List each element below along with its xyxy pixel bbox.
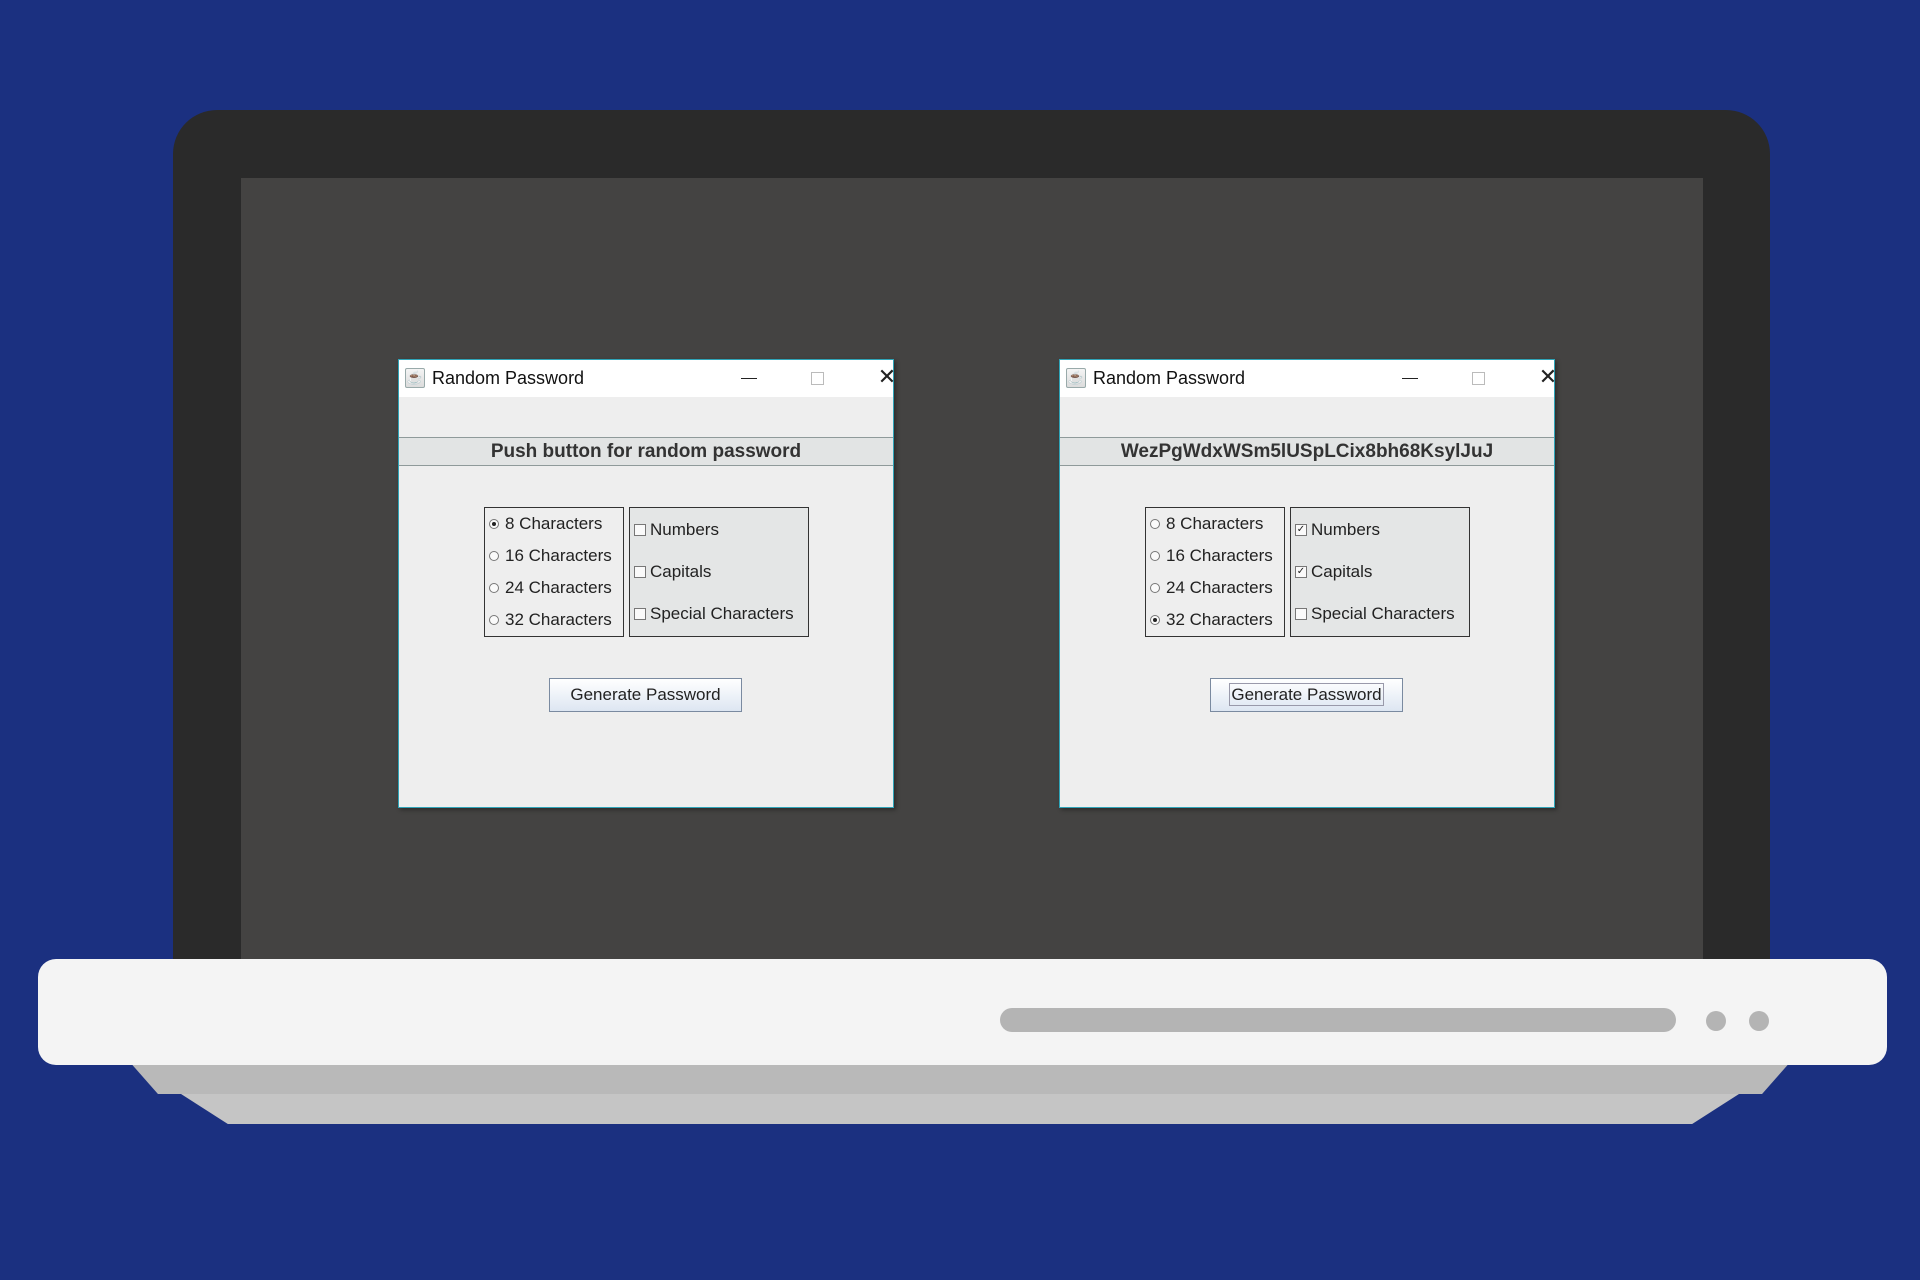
length-radio-group: 8 Characters 16 Characters 24 Characters… bbox=[1145, 507, 1285, 637]
radio-button[interactable] bbox=[1150, 583, 1160, 593]
button-label: Generate Password bbox=[1229, 683, 1384, 706]
radio-label: 16 Characters bbox=[505, 546, 612, 565]
radio-label: 8 Characters bbox=[1166, 514, 1264, 533]
radio-8-characters[interactable]: 8 Characters bbox=[1150, 514, 1263, 534]
radio-button[interactable] bbox=[1150, 519, 1160, 529]
length-radio-group: 8 Characters 16 Characters 24 Characters… bbox=[484, 507, 624, 637]
password-display: WezPgWdxWSm5lUSpLCix8bh68KsylJuJ bbox=[1060, 437, 1554, 466]
radio-label: 16 Characters bbox=[1166, 546, 1273, 565]
radio-button[interactable] bbox=[489, 615, 499, 625]
radio-24-characters[interactable]: 24 Characters bbox=[489, 578, 612, 598]
window-title: Random Password bbox=[432, 368, 585, 388]
java-cup-icon: ☕ bbox=[1066, 368, 1086, 388]
maximize-icon bbox=[1471, 371, 1485, 385]
checkbox-special-characters[interactable]: Special Characters bbox=[634, 604, 794, 624]
close-button[interactable]: ✕ bbox=[1520, 362, 1576, 394]
close-icon: ✕ bbox=[1538, 365, 1558, 390]
generate-password-button[interactable]: Generate Password bbox=[549, 678, 742, 712]
checkbox-label: Numbers bbox=[1311, 520, 1380, 539]
minimize-button[interactable] bbox=[1382, 362, 1438, 394]
maximize-button[interactable] bbox=[789, 362, 845, 394]
radio-label: 24 Characters bbox=[505, 578, 612, 597]
checkbox-checked[interactable]: ✓ bbox=[1295, 566, 1307, 578]
radio-8-characters[interactable]: 8 Characters bbox=[489, 514, 602, 534]
checkbox[interactable] bbox=[634, 608, 646, 620]
laptop-indicator-dot bbox=[1706, 1011, 1726, 1031]
password-window-2: ☕ Random Password ✕ WezPgWdxWSm5lUSpLCix… bbox=[1059, 359, 1557, 808]
laptop-trackpad-bar bbox=[1000, 1008, 1676, 1032]
radio-16-characters[interactable]: 16 Characters bbox=[1150, 546, 1273, 566]
radio-16-characters[interactable]: 16 Characters bbox=[489, 546, 612, 566]
generate-password-button[interactable]: Generate Password bbox=[1210, 678, 1403, 712]
java-cup-icon: ☕ bbox=[405, 368, 425, 388]
title-bar[interactable]: ☕ Random Password ✕ bbox=[399, 360, 896, 397]
password-display: Push button for random password bbox=[399, 437, 893, 466]
radio-24-characters[interactable]: 24 Characters bbox=[1150, 578, 1273, 598]
radio-button[interactable] bbox=[489, 551, 499, 561]
radio-32-characters[interactable]: 32 Characters bbox=[489, 610, 612, 630]
minimize-icon bbox=[741, 377, 757, 379]
checkbox[interactable] bbox=[634, 524, 646, 536]
close-icon: ✕ bbox=[877, 365, 897, 390]
laptop-base-shadow-top bbox=[128, 1060, 1792, 1094]
minimize-icon bbox=[1402, 377, 1418, 379]
radio-button[interactable] bbox=[489, 583, 499, 593]
checkbox-label: Capitals bbox=[650, 562, 712, 581]
radio-button-selected[interactable] bbox=[489, 519, 499, 529]
radio-label: 24 Characters bbox=[1166, 578, 1273, 597]
radio-button-selected[interactable] bbox=[1150, 615, 1160, 625]
radio-label: 8 Characters bbox=[505, 514, 603, 533]
checkbox-label: Capitals bbox=[1311, 562, 1373, 581]
options-checkbox-group: Numbers Capitals Special Characters bbox=[629, 507, 809, 637]
maximize-icon bbox=[810, 371, 824, 385]
maximize-button[interactable] bbox=[1450, 362, 1506, 394]
radio-label: 32 Characters bbox=[505, 610, 612, 629]
checkbox[interactable] bbox=[1295, 608, 1307, 620]
checkbox-numbers[interactable]: ✓ Numbers bbox=[1295, 520, 1380, 540]
checkbox-label: Special Characters bbox=[650, 604, 794, 623]
checkbox[interactable] bbox=[634, 566, 646, 578]
checkbox-numbers[interactable]: Numbers bbox=[634, 520, 719, 540]
title-bar[interactable]: ☕ Random Password ✕ bbox=[1060, 360, 1557, 397]
checkbox-capitals[interactable]: ✓ Capitals bbox=[1295, 562, 1372, 582]
options-checkbox-group: ✓ Numbers ✓ Capitals Special Characters bbox=[1290, 507, 1470, 637]
radio-button[interactable] bbox=[1150, 551, 1160, 561]
checkbox-special-characters[interactable]: Special Characters bbox=[1295, 604, 1455, 624]
checkbox-capitals[interactable]: Capitals bbox=[634, 562, 711, 582]
checkbox-label: Numbers bbox=[650, 520, 719, 539]
window-title: Random Password bbox=[1093, 368, 1246, 388]
close-button[interactable]: ✕ bbox=[859, 362, 915, 394]
laptop-indicator-dot bbox=[1749, 1011, 1769, 1031]
minimize-button[interactable] bbox=[721, 362, 777, 394]
radio-label: 32 Characters bbox=[1166, 610, 1273, 629]
checkbox-checked[interactable]: ✓ bbox=[1295, 524, 1307, 536]
password-window-1: ☕ Random Password ✕ Push button for rand… bbox=[398, 359, 896, 808]
radio-32-characters[interactable]: 32 Characters bbox=[1150, 610, 1273, 630]
button-label: Generate Password bbox=[570, 685, 721, 704]
checkbox-label: Special Characters bbox=[1311, 604, 1455, 623]
